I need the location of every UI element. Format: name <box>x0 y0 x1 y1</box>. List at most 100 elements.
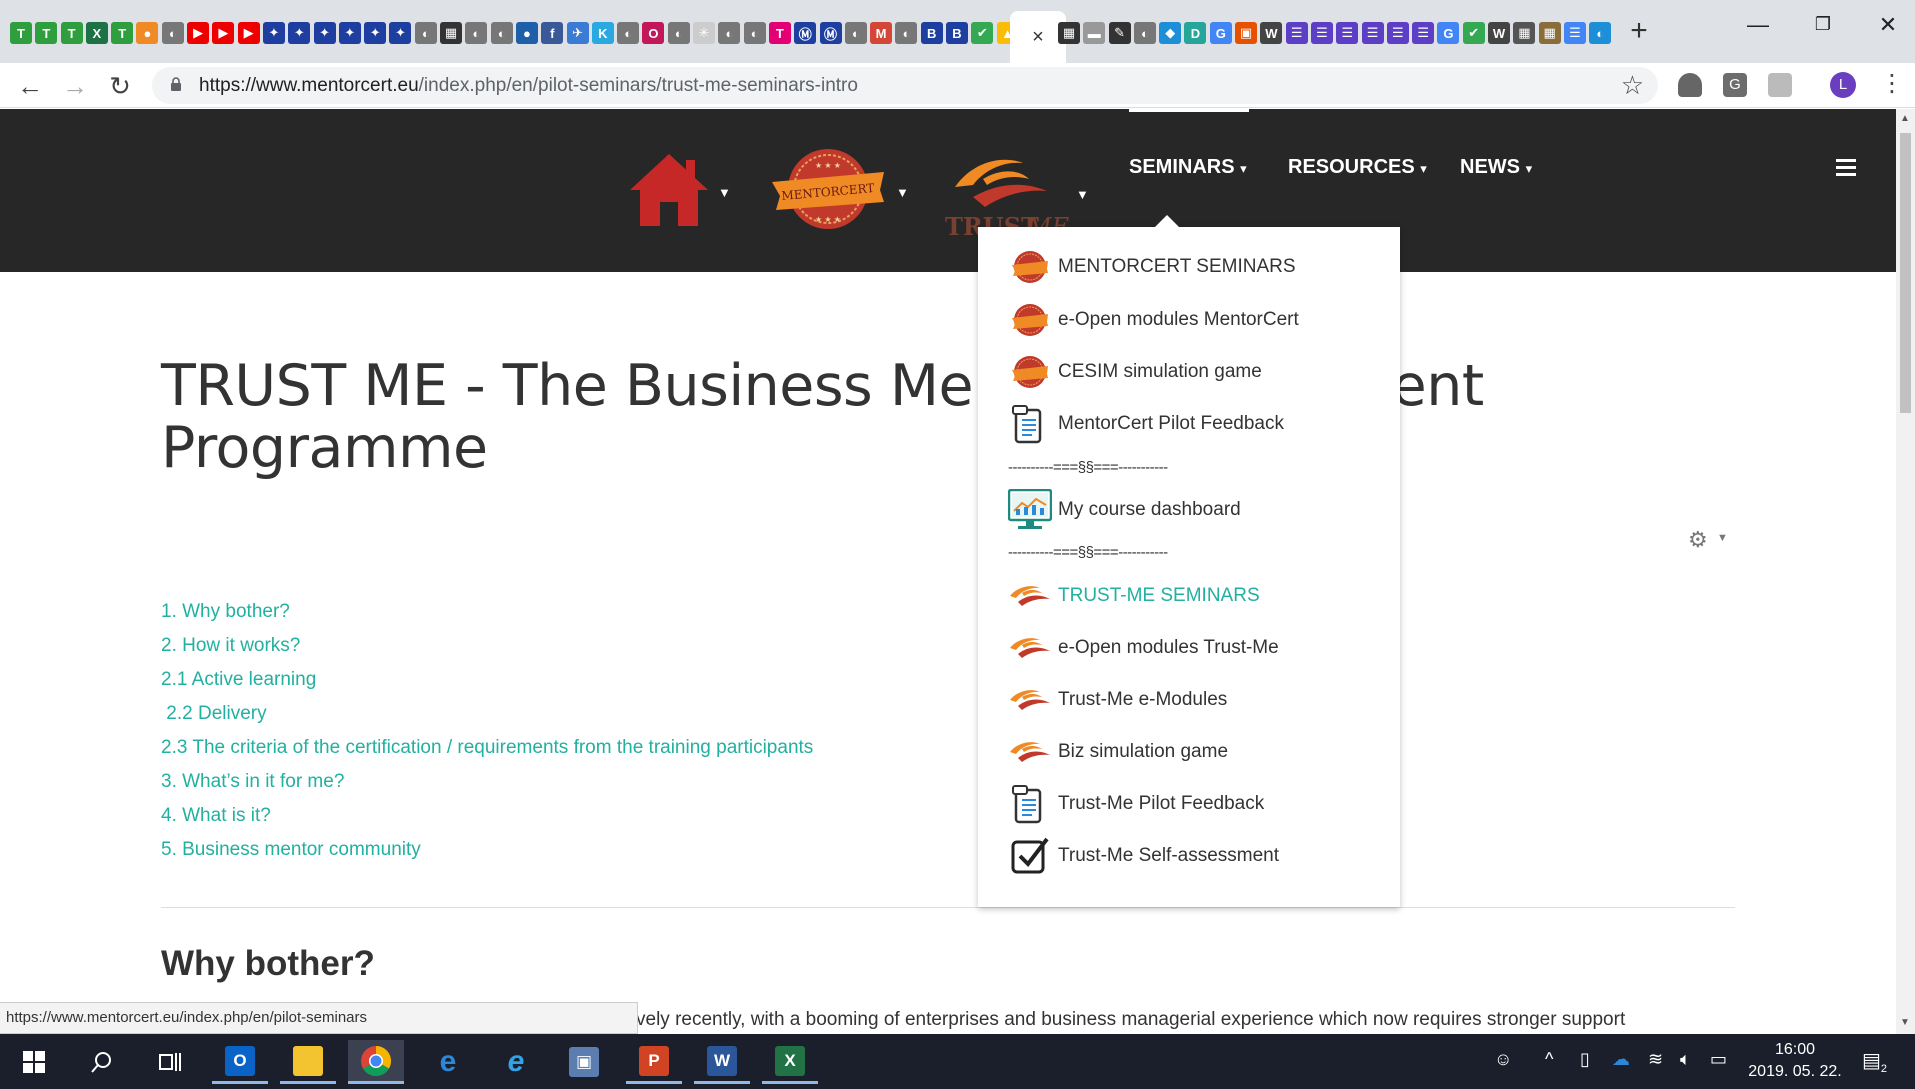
battery-icon[interactable]: ▭ <box>1710 1049 1727 1070</box>
tab-right-9-icon[interactable]: ☰ <box>1285 22 1308 44</box>
chrome-app[interactable] <box>348 1040 404 1084</box>
tab-right-12-icon[interactable]: ☰ <box>1361 22 1384 44</box>
browser-menu-icon[interactable]: ⋮ <box>1880 69 1904 98</box>
tab-left-12-icon[interactable]: ✦ <box>313 22 336 44</box>
tab-left-33-icon[interactable]: ◐ <box>844 22 867 44</box>
tab-left-19-icon[interactable]: ◐ <box>490 22 513 44</box>
minimize-icon[interactable]: — <box>1738 12 1778 38</box>
wifi-icon[interactable]: ≋ <box>1648 1049 1663 1070</box>
tab-right-10-icon[interactable]: ☰ <box>1310 22 1333 44</box>
trustme-caret-icon[interactable]: ▼ <box>1076 187 1089 202</box>
toc-link[interactable]: 4. What is it? <box>161 805 271 827</box>
close-tab-icon[interactable]: × <box>1032 26 1044 49</box>
tab-left-27-icon[interactable]: ✳ <box>693 22 716 44</box>
tab-right-4-icon[interactable]: ◆ <box>1159 22 1182 44</box>
toc-link[interactable]: 2.3 The criteria of the certification / … <box>161 737 813 759</box>
tab-right-5-icon[interactable]: D <box>1184 22 1207 44</box>
tab-right-0-icon[interactable]: ▦ <box>1058 22 1080 44</box>
reload-icon[interactable]: ↻ <box>103 69 137 103</box>
word-app[interactable]: W <box>694 1040 750 1084</box>
tab-left-16-icon[interactable]: ◐ <box>414 22 437 44</box>
internet-explorer-app[interactable]: e <box>488 1040 544 1084</box>
dropdown-item[interactable]: TRUST-ME SEMINARS <box>1008 573 1260 619</box>
tab-right-6-icon[interactable]: G <box>1209 22 1232 44</box>
scroll-thumb[interactable] <box>1900 133 1911 413</box>
scroll-down-icon[interactable]: ▼ <box>1900 1017 1910 1028</box>
tab-left-7-icon[interactable]: ▶ <box>187 22 210 44</box>
tab-left-36-icon[interactable]: B <box>920 22 943 44</box>
start-button[interactable] <box>6 1040 62 1084</box>
back-icon[interactable]: ← <box>13 69 47 103</box>
tab-left-17-icon[interactable]: ▦ <box>440 22 463 44</box>
toc-link[interactable]: 2.2 Delivery <box>161 703 266 725</box>
tab-left-23-icon[interactable]: K <box>591 22 614 44</box>
tab-right-18-icon[interactable]: ▦ <box>1513 22 1536 44</box>
menu-resources[interactable]: RESOURCES ▾ <box>1288 156 1427 179</box>
tab-right-13-icon[interactable]: ☰ <box>1386 22 1409 44</box>
tab-left-9-icon[interactable]: ▶ <box>237 22 260 44</box>
toc-link[interactable]: 1. Why bother? <box>161 601 290 623</box>
dropdown-item[interactable]: Trust-Me Pilot Feedback <box>1008 781 1264 827</box>
g-extension-icon[interactable]: G <box>1723 73 1747 97</box>
tab-left-1-icon[interactable]: T <box>35 22 58 44</box>
dropdown-item[interactable]: Trust-Me e-Modules <box>1008 677 1227 723</box>
outlook-app[interactable]: O <box>212 1040 268 1084</box>
tab-right-7-icon[interactable]: ▣ <box>1235 22 1258 44</box>
hamburger-menu-icon[interactable] <box>1836 159 1856 177</box>
dropdown-item[interactable]: e-Open modules Trust-Me <box>1008 625 1279 671</box>
trustme-logo-icon[interactable]: TRUST ME <box>943 149 1073 237</box>
usb-icon[interactable]: ▯ <box>1580 1049 1590 1070</box>
dropdown-item[interactable]: MentorCert Pilot Feedback <box>1008 401 1284 447</box>
toc-link[interactable]: 2.1 Active learning <box>161 669 316 691</box>
tab-right-2-icon[interactable]: ✎ <box>1108 22 1131 44</box>
tab-left-14-icon[interactable]: ✦ <box>364 22 387 44</box>
address-bar[interactable]: https://www.mentorcert.eu/index.php/en/p… <box>152 67 1658 104</box>
gear-icon[interactable]: ⚙ <box>1688 527 1708 553</box>
save-app[interactable]: ▣ <box>556 1040 612 1084</box>
file-explorer-app[interactable] <box>280 1040 336 1084</box>
tab-left-32-icon[interactable]: Ⓜ <box>819 22 842 44</box>
tab-left-34-icon[interactable]: M <box>870 22 893 44</box>
tab-left-31-icon[interactable]: Ⓜ <box>794 22 817 44</box>
forward-icon[interactable]: → <box>58 69 92 103</box>
close-window-icon[interactable]: ✕ <box>1868 12 1908 38</box>
menu-seminars[interactable]: SEMINARS ▾ <box>1129 156 1247 179</box>
tab-right-15-icon[interactable]: G <box>1437 22 1460 44</box>
tab-left-37-icon[interactable]: B <box>945 22 968 44</box>
edge-app[interactable]: e <box>420 1040 476 1084</box>
tab-right-19-icon[interactable]: ▦ <box>1538 22 1561 44</box>
tab-left-0-icon[interactable]: T <box>10 22 32 44</box>
tab-right-14-icon[interactable]: ☰ <box>1412 22 1435 44</box>
dropdown-item[interactable]: Trust-Me Self-assessment <box>1008 833 1279 879</box>
tab-right-20-icon[interactable]: ☰ <box>1563 22 1586 44</box>
menu-news[interactable]: NEWS ▾ <box>1460 156 1532 179</box>
tab-right-17-icon[interactable]: W <box>1488 22 1511 44</box>
tab-left-26-icon[interactable]: ◐ <box>667 22 690 44</box>
volume-muted-icon[interactable]: 🔈︎ <box>1680 1049 1691 1070</box>
mentorcert-logo-icon[interactable]: MENTORCERT ★ ★ ★ ★ ★ ★ <box>768 146 888 232</box>
toc-link[interactable]: 5. Business mentor community <box>161 839 421 861</box>
tab-left-28-icon[interactable]: ◐ <box>718 22 741 44</box>
dropdown-item[interactable]: CESIM simulation game <box>1008 349 1262 395</box>
translate-extension-icon[interactable] <box>1768 73 1792 97</box>
profile-avatar[interactable]: L <box>1830 72 1856 98</box>
page-scrollbar[interactable]: ▲ ▼ <box>1896 109 1915 1034</box>
dropdown-item[interactable]: e-Open modules MentorCert <box>1008 297 1299 343</box>
tab-left-18-icon[interactable]: ◐ <box>465 22 488 44</box>
mentorcert-caret-icon[interactable]: ▼ <box>896 185 909 200</box>
tab-left-10-icon[interactable]: ✦ <box>262 22 285 44</box>
scroll-up-icon[interactable]: ▲ <box>1900 113 1910 124</box>
dropdown-item[interactable]: MENTORCERT SEMINARS <box>1008 244 1296 290</box>
tab-right-1-icon[interactable]: ▬ <box>1083 22 1106 44</box>
tab-left-25-icon[interactable]: O <box>642 22 665 44</box>
tab-left-20-icon[interactable]: ● <box>515 22 538 44</box>
tab-left-29-icon[interactable]: ◐ <box>743 22 766 44</box>
tab-left-15-icon[interactable]: ✦ <box>389 22 412 44</box>
home-icon[interactable] <box>628 152 710 228</box>
tab-left-22-icon[interactable]: ✈ <box>566 22 589 44</box>
onedrive-icon[interactable]: ☁ <box>1612 1049 1630 1070</box>
toc-link[interactable]: 2. How it works? <box>161 635 300 657</box>
tab-left-35-icon[interactable]: ◐ <box>895 22 918 44</box>
tab-left-4-icon[interactable]: T <box>111 22 134 44</box>
notification-center-icon[interactable]: ▤2 <box>1862 1048 1887 1075</box>
